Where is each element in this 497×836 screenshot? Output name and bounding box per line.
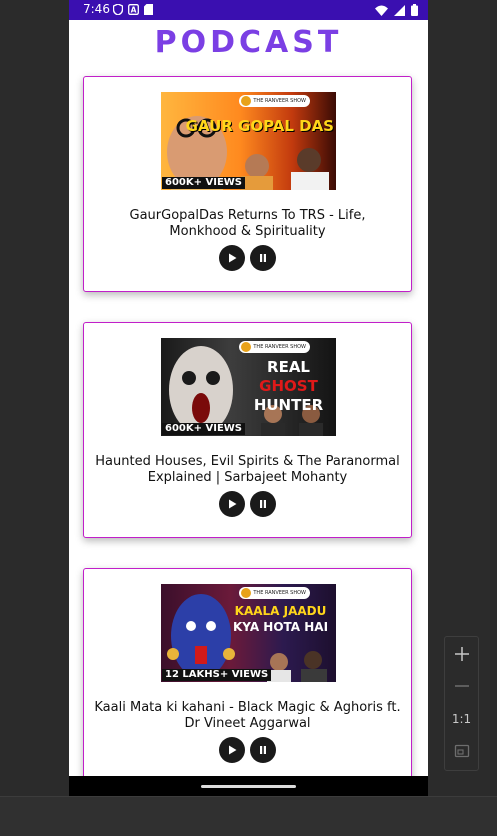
- thumbnail-headline: GAUR GOPAL DAS: [185, 117, 334, 135]
- zoom-out-button[interactable]: [445, 671, 478, 701]
- episode-title: Haunted Houses, Evil Spirits & The Paran…: [95, 454, 400, 485]
- app-header: PODCAST: [69, 20, 428, 64]
- thumbnail-views: 600K+ VIEWS: [162, 177, 246, 189]
- status-time: 7:46: [83, 2, 110, 16]
- zoom-reset-button[interactable]: 1:1: [445, 704, 478, 734]
- play-button[interactable]: [219, 491, 245, 517]
- episode-card-3[interactable]: THE RANVEER SHOW KAALA JAADU KYA HOTA HA…: [83, 568, 412, 784]
- thumbnail-banner: THE RANVEER SHOW: [239, 95, 310, 107]
- headline-part-2: KYA HOTA HAI: [233, 620, 329, 634]
- pause-icon: [260, 746, 266, 754]
- minus-icon: [454, 685, 469, 687]
- playback-controls: [84, 737, 411, 763]
- shield-icon: [113, 4, 123, 15]
- thumbnail-banner: THE RANVEER SHOW: [239, 341, 310, 353]
- page-title: PODCAST: [154, 24, 343, 60]
- fit-screen-button[interactable]: [445, 736, 478, 766]
- sd-card-icon: [144, 4, 153, 15]
- pause-icon: [260, 500, 266, 508]
- wifi-icon: [375, 5, 388, 16]
- playback-controls: [84, 491, 411, 517]
- pause-button[interactable]: [250, 737, 276, 763]
- headline-part-1: KAALA JAADU: [234, 604, 327, 618]
- phone-screen: 7:46 A PODCAST THE RANVEER SHOW GAUR GOP…: [69, 0, 428, 796]
- status-system-icons: [375, 4, 418, 16]
- episode-card-1[interactable]: THE RANVEER SHOW GAUR GOPAL DAS 600K+ VI…: [83, 76, 412, 292]
- plus-icon: [454, 647, 469, 661]
- thumbnail-headline: REAL GHOST HUNTER: [241, 358, 336, 415]
- episode-thumbnail-1[interactable]: THE RANVEER SHOW GAUR GOPAL DAS 600K+ VI…: [161, 92, 336, 190]
- headline-part-1: REAL: [267, 358, 310, 376]
- pause-button[interactable]: [250, 245, 276, 271]
- play-icon: [229, 745, 237, 755]
- navigation-bar: [69, 776, 428, 796]
- episode-title: Kaali Mata ki kahani - Black Magic & Agh…: [94, 700, 401, 731]
- fit-screen-icon: [454, 744, 469, 758]
- status-notification-icons: A: [113, 4, 153, 15]
- episode-card-2[interactable]: THE RANVEER SHOW REAL GHOST HUNTER 600K+…: [83, 322, 412, 538]
- play-button[interactable]: [219, 245, 245, 271]
- thumbnail-views: 12 LAKHS+ VIEWS: [162, 669, 272, 681]
- emulator-bottom-bar: [0, 796, 497, 836]
- svg-text:A: A: [131, 6, 137, 15]
- episode-title: GaurGopalDas Returns To TRS - Life, Monk…: [129, 208, 366, 239]
- thumbnail-views: 600K+ VIEWS: [162, 423, 246, 435]
- thumbnail-headline: KAALA JAADU KYA HOTA HAI: [233, 603, 328, 635]
- headline-part-2: GHOST: [259, 377, 318, 395]
- zoom-in-button[interactable]: [445, 639, 478, 669]
- playback-controls: [84, 245, 411, 271]
- signal-icon: [394, 4, 405, 16]
- a-icon: A: [128, 4, 139, 15]
- pause-button[interactable]: [250, 491, 276, 517]
- status-bar: 7:46 A: [69, 0, 428, 20]
- play-icon: [229, 499, 237, 509]
- thumbnail-banner: THE RANVEER SHOW: [239, 587, 310, 599]
- episode-thumbnail-3[interactable]: THE RANVEER SHOW KAALA JAADU KYA HOTA HA…: [161, 584, 336, 682]
- play-button[interactable]: [219, 737, 245, 763]
- episode-thumbnail-2[interactable]: THE RANVEER SHOW REAL GHOST HUNTER 600K+…: [161, 338, 336, 436]
- headline-part-3: HUNTER: [253, 396, 324, 414]
- battery-icon: [411, 4, 418, 16]
- emulator-zoom-panel: 1:1: [444, 636, 479, 771]
- play-icon: [229, 253, 237, 263]
- home-gesture-handle[interactable]: [201, 785, 296, 788]
- pause-icon: [260, 254, 266, 262]
